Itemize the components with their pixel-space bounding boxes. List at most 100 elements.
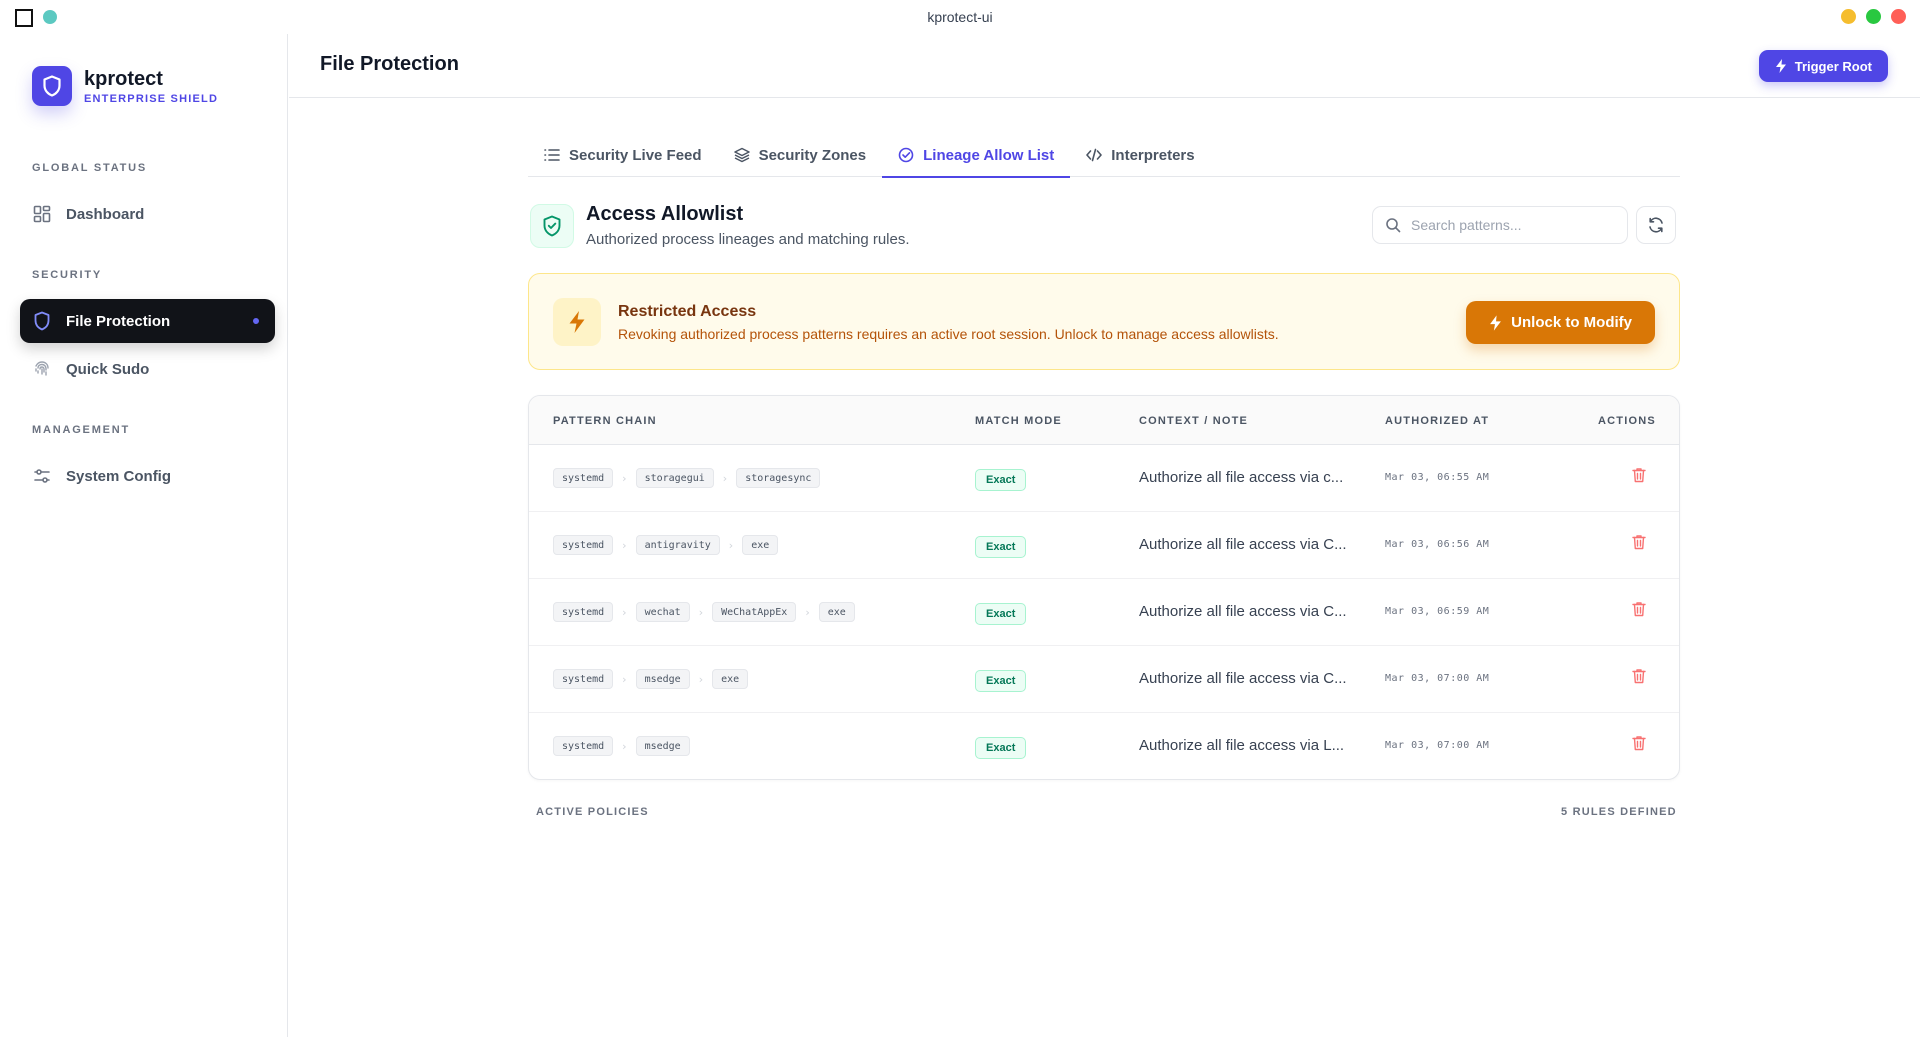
- status-dot-icon: [43, 10, 57, 24]
- window-titlebar: kprotect-ui: [0, 0, 1920, 34]
- sidebar-item-label: Dashboard: [66, 205, 145, 223]
- code-icon: [1086, 148, 1103, 162]
- close-button[interactable]: [1891, 9, 1906, 24]
- refresh-button[interactable]: [1636, 206, 1676, 244]
- brand-name: kprotect: [84, 67, 163, 90]
- process-chip: antigravity: [635, 535, 720, 555]
- unlock-button-label: Unlock to Modify: [1511, 314, 1632, 331]
- trash-icon: [1632, 601, 1646, 622]
- tab-security-zones[interactable]: Security Zones: [718, 133, 883, 177]
- tab-bar: Security Live Feed Security Zones Lineag…: [528, 133, 1680, 178]
- context-note: Authorize all file access via c...: [1139, 469, 1344, 486]
- process-chip: systemd: [553, 602, 614, 622]
- shield-logo-icon: [32, 66, 72, 106]
- brand[interactable]: kprotect ENTERPRISE SHIELD: [32, 66, 218, 106]
- authorized-at: Mar 03, 07:00 AM: [1385, 740, 1490, 751]
- banner-title: Restricted Access: [618, 303, 757, 320]
- pattern-chain: systemd › storagegui › storagesync: [553, 468, 821, 488]
- page-header: File Protection Trigger Root: [289, 34, 1920, 98]
- table-row: systemd › msedge › exe Exact Authorize all fil…: [529, 646, 1679, 713]
- search-input[interactable]: [1411, 217, 1611, 233]
- match-mode-badge: Exact: [975, 536, 1027, 558]
- sidebar-item-quick-sudo[interactable]: Quick Sudo: [20, 347, 275, 391]
- shield-check-icon: [530, 204, 574, 248]
- column-header-pattern-chain: PATTERN CHAIN: [553, 415, 657, 427]
- match-mode-badge: Exact: [975, 603, 1027, 625]
- sidebar-item-system-config[interactable]: System Config: [20, 454, 275, 498]
- process-chip: WeChatAppEx: [712, 602, 797, 622]
- delete-rule-button[interactable]: [1629, 467, 1649, 487]
- process-chip: exe: [712, 669, 749, 689]
- trash-icon: [1632, 735, 1646, 756]
- list-icon: [544, 149, 560, 161]
- process-chip: systemd: [553, 535, 614, 555]
- sidebar-item-label: Quick Sudo: [66, 360, 150, 378]
- unlock-to-modify-button[interactable]: Unlock to Modify: [1466, 301, 1655, 344]
- context-note: Authorize all file access via C...: [1139, 670, 1347, 687]
- trash-icon: [1632, 534, 1646, 555]
- process-chip: msedge: [635, 736, 690, 756]
- tab-security-live-feed[interactable]: Security Live Feed: [528, 133, 718, 177]
- process-chip: exe: [818, 602, 855, 622]
- pattern-chain: systemd › wechat › WeChatAppEx › exe: [553, 602, 855, 622]
- tab-label: Security Live Feed: [569, 146, 702, 164]
- section-label-management: MANAGEMENT: [32, 424, 131, 436]
- lightning-icon: [1775, 59, 1786, 73]
- tab-label: Lineage Allow List: [923, 146, 1055, 164]
- table-body: systemd › storagegui › storagesync Exact Autho…: [529, 445, 1679, 779]
- column-header-actions: ACTIONS: [1598, 415, 1656, 427]
- trigger-root-label: Trigger Root: [1794, 58, 1872, 74]
- check-circle-icon: [898, 147, 914, 163]
- window-title: kprotect-ui: [927, 9, 993, 25]
- chevron-right-icon: ›: [622, 672, 627, 686]
- search-box[interactable]: [1372, 206, 1628, 244]
- delete-rule-button[interactable]: [1629, 668, 1649, 688]
- app-logo-icon: [14, 8, 33, 27]
- shield-icon: [32, 311, 52, 331]
- sidebar-item-file-protection[interactable]: File Protection: [20, 299, 275, 343]
- table-header: PATTERN CHAIN MATCH MODE CONTEXT / NOTE …: [529, 396, 1679, 445]
- context-note: Authorize all file access via L...: [1139, 737, 1345, 754]
- restricted-access-banner: Restricted Access Revoking authorized pr…: [528, 273, 1680, 370]
- page-title: File Protection: [320, 53, 459, 75]
- process-chip: exe: [742, 535, 779, 555]
- maximize-button[interactable]: [1866, 9, 1881, 24]
- delete-rule-button[interactable]: [1629, 534, 1649, 554]
- match-mode-badge: Exact: [975, 469, 1027, 491]
- column-header-authorized-at: AUTHORIZED AT: [1385, 415, 1490, 427]
- section-label-security: SECURITY: [32, 269, 103, 281]
- sidebar-item-dashboard[interactable]: Dashboard: [20, 192, 275, 236]
- tab-lineage-allow-list[interactable]: Lineage Allow List: [882, 133, 1071, 178]
- tab-interpreters[interactable]: Interpreters: [1070, 133, 1210, 177]
- context-note: Authorize all file access via C...: [1139, 536, 1347, 553]
- process-chip: systemd: [553, 669, 614, 689]
- match-mode-badge: Exact: [975, 737, 1027, 759]
- chevron-right-icon: ›: [698, 605, 704, 619]
- lightning-icon: [553, 298, 601, 346]
- tab-label: Security Zones: [758, 146, 867, 164]
- pattern-chain: systemd › msedge › exe: [553, 669, 749, 689]
- sidebar-item-label: File Protection: [66, 312, 171, 330]
- column-header-match-mode: MATCH MODE: [975, 415, 1062, 427]
- fingerprint-icon: [32, 359, 52, 379]
- delete-rule-button[interactable]: [1629, 735, 1649, 755]
- trigger-root-button[interactable]: Trigger Root: [1758, 50, 1888, 82]
- delete-rule-button[interactable]: [1629, 601, 1649, 621]
- context-note: Authorize all file access via C...: [1139, 603, 1347, 620]
- chevron-right-icon: ›: [622, 538, 627, 552]
- process-chip: systemd: [553, 736, 614, 756]
- process-chip: systemd: [553, 468, 614, 488]
- banner-text: Revoking authorized process patterns req…: [618, 326, 1279, 342]
- chevron-right-icon: ›: [728, 538, 734, 552]
- active-policies-label: ACTIVE POLICIES: [536, 806, 649, 818]
- chevron-right-icon: ›: [722, 471, 728, 485]
- chevron-right-icon: ›: [698, 672, 704, 686]
- dashboard-grid-icon: [32, 204, 52, 224]
- minimize-button[interactable]: [1841, 9, 1856, 24]
- authorized-at: Mar 03, 06:56 AM: [1385, 539, 1490, 550]
- trash-icon: [1632, 467, 1646, 488]
- chevron-right-icon: ›: [805, 605, 810, 619]
- process-chip: storagesync: [736, 468, 821, 488]
- chevron-right-icon: ›: [622, 471, 627, 485]
- process-chip: msedge: [635, 669, 690, 689]
